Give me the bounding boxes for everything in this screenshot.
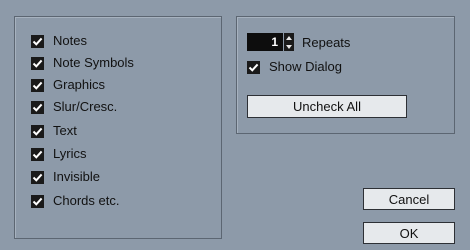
lyrics-label: Lyrics: [53, 146, 87, 161]
note-symbols-label: Note Symbols: [53, 55, 134, 70]
spin-up-icon[interactable]: [286, 35, 292, 40]
checkmark-icon: [32, 81, 43, 90]
show-dialog-label: Show Dialog: [269, 59, 342, 74]
chords-etc-checkbox[interactable]: [31, 194, 44, 208]
show-dialog-checkbox[interactable]: [247, 60, 260, 74]
checkmark-icon: [32, 197, 43, 206]
checkmark-icon: [32, 173, 43, 182]
invisible-label: Invisible: [53, 169, 100, 184]
checkmark-icon: [248, 63, 259, 72]
show-dialog-checkbox-row[interactable]: Show Dialog: [247, 59, 342, 75]
notes-checkbox-row[interactable]: Notes: [31, 33, 87, 49]
invisible-checkbox[interactable]: [31, 170, 44, 184]
text-checkbox[interactable]: [31, 124, 44, 138]
slur-cresc-checkbox-row[interactable]: Slur/Cresc.: [31, 99, 117, 115]
slur-cresc-label: Slur/Cresc.: [53, 99, 118, 114]
slur-cresc-checkbox[interactable]: [31, 100, 44, 114]
uncheck-all-button[interactable]: Uncheck All: [247, 95, 407, 118]
graphics-checkbox-row[interactable]: Graphics: [31, 77, 105, 93]
checkmark-icon: [32, 127, 43, 136]
cancel-button[interactable]: Cancel: [363, 188, 455, 210]
repeats-control: 1 Repeats: [247, 33, 350, 51]
repeats-label: Repeats: [302, 34, 351, 50]
lyrics-checkbox[interactable]: [31, 147, 44, 161]
graphics-label: Graphics: [53, 77, 106, 92]
checkmark-icon: [32, 150, 43, 159]
checkmark-icon: [32, 37, 43, 46]
checkmark-icon: [32, 59, 43, 68]
notes-checkbox[interactable]: [31, 34, 44, 48]
spin-down-icon[interactable]: [286, 44, 292, 49]
lyrics-checkbox-row[interactable]: Lyrics: [31, 146, 86, 162]
checkmark-icon: [32, 103, 43, 112]
repeat-options-panel: 1 Repeats Show Dialog Uncheck All: [236, 16, 455, 134]
filter-options-panel: Notes Note Symbols Graphics Slur/Cresc. …: [14, 16, 222, 239]
text-label: Text: [53, 123, 77, 138]
note-symbols-checkbox-row[interactable]: Note Symbols: [31, 55, 134, 71]
ok-button[interactable]: OK: [363, 222, 455, 244]
repeats-spinner[interactable]: [284, 33, 294, 51]
chords-etc-checkbox-row[interactable]: Chords etc.: [31, 193, 119, 209]
notes-label: Notes: [53, 33, 87, 48]
chords-etc-label: Chords etc.: [53, 193, 120, 208]
text-checkbox-row[interactable]: Text: [31, 123, 77, 139]
graphics-checkbox[interactable]: [31, 78, 44, 92]
invisible-checkbox-row[interactable]: Invisible: [31, 169, 100, 185]
repeats-input[interactable]: 1: [247, 33, 283, 51]
note-symbols-checkbox[interactable]: [31, 56, 44, 70]
